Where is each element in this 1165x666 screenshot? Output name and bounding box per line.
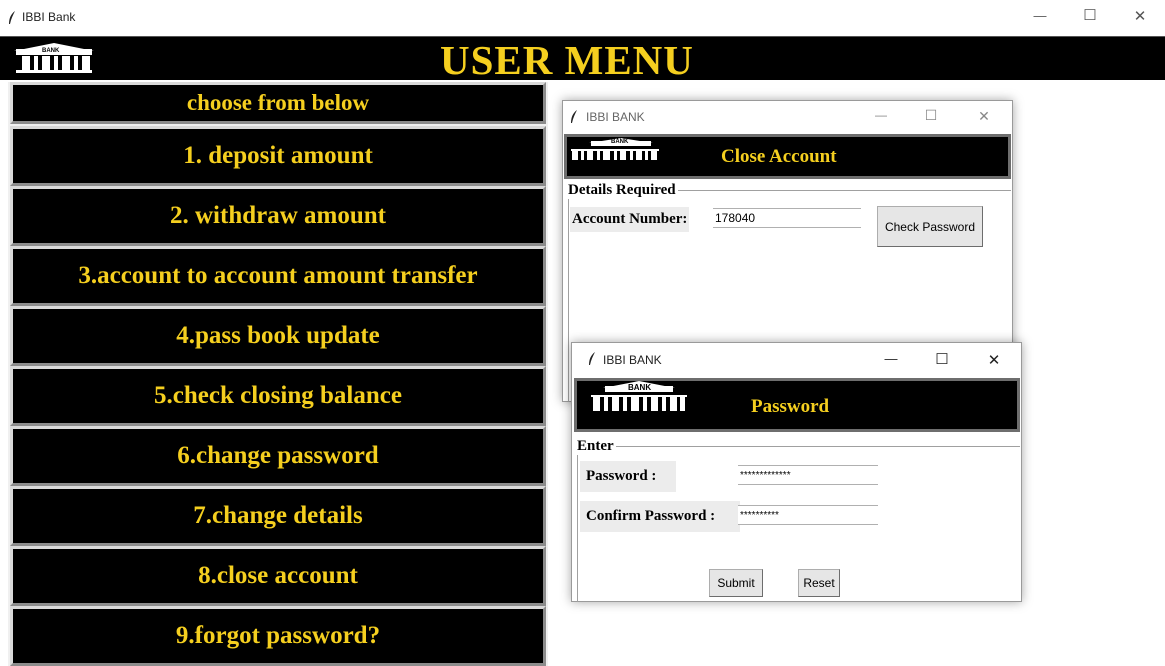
dialog-header-title: Close Account — [721, 146, 837, 167]
menu-item-closing-balance[interactable]: 5.check closing balance — [10, 366, 546, 426]
submit-button[interactable]: Submit — [709, 569, 763, 597]
menu-item-passbook[interactable]: 4.pass book update — [10, 306, 546, 366]
maximize-button[interactable]: ☐ — [932, 350, 952, 368]
bank-logo-text: BANK — [42, 48, 60, 54]
group-border — [568, 190, 569, 402]
close-button[interactable]: ✕ — [974, 108, 994, 125]
dialog-titlebar: IBBI BANK — ☐ ✕ — [563, 101, 1012, 133]
confirm-password-label: Confirm Password : — [580, 501, 740, 532]
page-title: USER MENU — [440, 37, 694, 83]
dialog-header: BANK Close Account — [564, 134, 1011, 179]
bank-logo-icon: BANK — [10, 42, 98, 74]
bank-logo-icon: BANK — [569, 138, 661, 162]
close-button[interactable]: ✕ — [1130, 7, 1150, 25]
feather-icon — [588, 352, 596, 366]
confirm-password-input[interactable] — [738, 505, 878, 525]
main-titlebar: IBBI Bank — ☐ ✕ — [0, 0, 1165, 36]
menu-item-forgot-password[interactable]: 9.forgot password? — [10, 606, 546, 666]
close-button[interactable]: ✕ — [984, 351, 1004, 369]
group-label: Details Required — [568, 182, 678, 199]
maximize-button[interactable]: ☐ — [1080, 6, 1100, 24]
menu-panel: choose from below 1. deposit amount 2. w… — [8, 82, 548, 666]
dialog-titlebar: IBBI BANK — ☐ ✕ — [572, 343, 1021, 377]
menu-item-withdraw[interactable]: 2. withdraw amount — [10, 186, 546, 246]
group-label: Enter — [577, 438, 616, 455]
feather-icon — [570, 110, 578, 124]
menu-item-deposit[interactable]: 1. deposit amount — [10, 126, 546, 186]
menu-item-change-password[interactable]: 6.change password — [10, 426, 546, 486]
menu-item-close-account[interactable]: 8.close account — [10, 546, 546, 606]
window-title: IBBI Bank — [22, 10, 76, 24]
bank-logo-text: BANK — [611, 139, 629, 145]
menu-heading: choose from below — [10, 82, 546, 124]
bank-logo-text: BANK — [628, 383, 652, 392]
account-number-input[interactable] — [713, 208, 861, 228]
dialog-header: BANK Password — [574, 378, 1020, 432]
bank-logo-icon: BANK — [583, 381, 691, 413]
dialog-title: IBBI BANK — [586, 110, 645, 124]
minimize-button[interactable]: — — [881, 351, 901, 366]
menu-item-transfer[interactable]: 3.account to account amount transfer — [10, 246, 546, 306]
group-border — [577, 446, 1020, 447]
password-dialog: IBBI BANK — ☐ ✕ BANK Password Enter Pass… — [571, 342, 1022, 602]
dialog-title: IBBI BANK — [603, 353, 662, 367]
header-bar: BANK USER MENU — [0, 36, 1165, 83]
reset-button[interactable]: Reset — [798, 569, 840, 597]
maximize-button[interactable]: ☐ — [921, 107, 941, 124]
dialog-header-title: Password — [751, 396, 830, 417]
feather-icon — [8, 11, 16, 25]
password-label: Password : — [580, 461, 676, 492]
group-border — [577, 446, 578, 602]
menu-item-change-details[interactable]: 7.change details — [10, 486, 546, 546]
account-number-label: Account Number: — [570, 207, 690, 232]
password-input[interactable] — [738, 465, 878, 485]
minimize-button[interactable]: — — [871, 108, 891, 122]
check-password-button[interactable]: Check Password — [877, 206, 983, 247]
minimize-button[interactable]: — — [1030, 8, 1050, 23]
